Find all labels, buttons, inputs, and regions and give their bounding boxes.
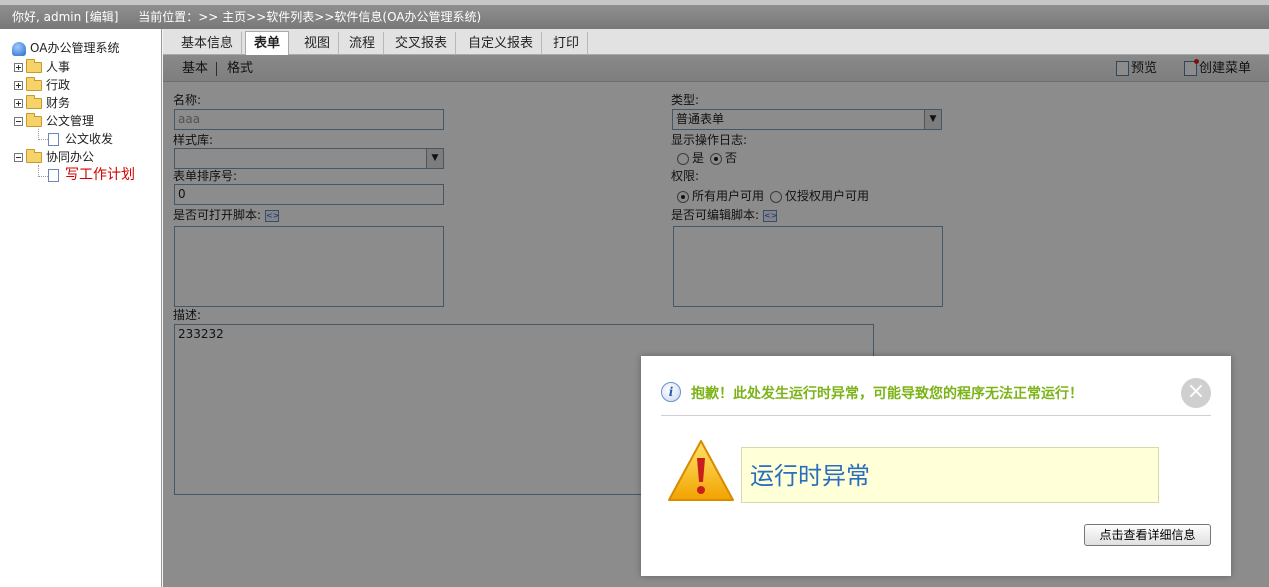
- tree-item-personnel[interactable]: 人事: [14, 58, 70, 76]
- subtab-basic[interactable]: 基本: [182, 55, 208, 82]
- tree-root[interactable]: OA办公管理系统: [12, 39, 119, 57]
- radio-button[interactable]: [770, 190, 783, 203]
- tab-cross-report[interactable]: 交叉报表: [387, 32, 457, 55]
- showlog-no-option[interactable]: 否: [710, 151, 737, 165]
- edit-script-label: 是否可编辑脚本:: [671, 208, 760, 222]
- edit-script-textarea[interactable]: [673, 226, 943, 307]
- preview-button[interactable]: 预览: [1116, 55, 1157, 82]
- expand-plus-icon[interactable]: [14, 63, 23, 72]
- dialog-header: i 抱歉！此处发生运行时异常，可能导致您的程序无法正常运行！ ×: [661, 378, 1211, 416]
- tree-item-label: 公文管理: [46, 114, 95, 128]
- showlog-radio-group: 是否: [677, 150, 743, 166]
- script-edit-icon[interactable]: <>: [763, 209, 777, 222]
- folder-icon: [26, 59, 42, 73]
- dropdown-arrow-icon[interactable]: ▼: [426, 149, 443, 168]
- top-bar: 你好, admin [编辑] 当前位置：>> 主页>>软件列表>>软件信息(OA…: [0, 5, 1269, 29]
- tab-bar: 基本信息 表单 视图 流程 交叉报表 自定义报表 打印: [163, 29, 1269, 56]
- perm-all-users-option[interactable]: 所有用户可用: [677, 189, 764, 203]
- dropdown-arrow-icon[interactable]: ▼: [924, 110, 941, 129]
- script-edit-icon[interactable]: <>: [265, 209, 279, 222]
- tab-view[interactable]: 视图: [296, 32, 340, 55]
- tab-basic-info[interactable]: 基本信息: [173, 32, 243, 55]
- radio-label: 否: [725, 151, 738, 165]
- tab-print[interactable]: 打印: [545, 32, 589, 55]
- tree-item-label: 人事: [46, 60, 71, 74]
- create-menu-icon: [1184, 59, 1199, 76]
- document-icon: [48, 169, 59, 182]
- create-menu-button[interactable]: 创建菜单: [1184, 55, 1251, 82]
- type-select-value: 普通表单: [676, 112, 725, 126]
- expand-plus-icon[interactable]: [14, 99, 23, 108]
- showlog-yes-option[interactable]: 是: [677, 151, 704, 165]
- subtab-divider: [216, 62, 217, 76]
- radio-button-checked[interactable]: [677, 190, 689, 203]
- tree-item-doc-send[interactable]: 公文收发: [48, 130, 113, 148]
- close-button[interactable]: ×: [1181, 378, 1211, 408]
- folder-icon: [26, 95, 42, 109]
- desc-label: 描述:: [173, 308, 202, 322]
- open-script-textarea[interactable]: [174, 226, 444, 307]
- radio-label: 仅授权用户可用: [785, 189, 870, 203]
- folder-open-icon: [26, 113, 42, 127]
- sub-toolbar: 基本 格式 预览 创建菜单: [163, 55, 1269, 82]
- tree-item-label: 公文收发: [65, 132, 114, 146]
- tree-connector: [38, 165, 48, 177]
- folder-icon: [26, 77, 42, 91]
- style-label: 样式库:: [173, 133, 214, 147]
- system-icon: [12, 41, 26, 56]
- tree-item-documents[interactable]: 公文管理: [14, 112, 94, 130]
- order-label: 表单排序号:: [173, 169, 238, 183]
- name-input[interactable]: aaa: [174, 109, 444, 130]
- preview-icon: [1116, 61, 1129, 76]
- tree-connector: [38, 129, 48, 140]
- tree-item-work-plan[interactable]: 写工作计划: [48, 166, 135, 184]
- breadcrumb: 当前位置：>> 主页>>软件列表>>软件信息(OA办公管理系统): [138, 10, 482, 24]
- tree-item-label: 行政: [46, 78, 71, 92]
- showlog-label: 显示操作日志:: [671, 133, 748, 147]
- tab-custom-report[interactable]: 自定义报表: [460, 32, 543, 55]
- tree-item-label: 协同办公: [46, 150, 95, 164]
- tree-item-label-selected: 写工作计划: [65, 167, 135, 183]
- type-label: 类型:: [671, 93, 700, 107]
- order-input[interactable]: 0: [174, 184, 444, 205]
- style-select[interactable]: ▼: [174, 148, 444, 169]
- name-label: 名称:: [173, 93, 202, 107]
- radio-button-checked[interactable]: [710, 152, 723, 165]
- subtab-format[interactable]: 格式: [227, 55, 253, 82]
- view-details-button[interactable]: 点击查看详细信息: [1084, 524, 1211, 546]
- radio-button[interactable]: [677, 152, 689, 165]
- tab-flow[interactable]: 流程: [341, 32, 385, 55]
- preview-label: 预览: [1131, 61, 1158, 76]
- collapse-minus-icon[interactable]: [14, 117, 23, 126]
- radio-label: 是: [692, 151, 705, 165]
- type-select[interactable]: 普通表单 ▼: [672, 109, 942, 130]
- error-dialog: i 抱歉！此处发生运行时异常，可能导致您的程序无法正常运行！ × 运行时异常 点…: [641, 356, 1231, 576]
- info-icon: i: [661, 382, 681, 402]
- expand-plus-icon[interactable]: [14, 81, 23, 90]
- greeting-text[interactable]: 你好, admin [编辑]: [12, 10, 118, 24]
- tab-form[interactable]: 表单: [245, 31, 290, 56]
- collapse-minus-icon[interactable]: [14, 153, 23, 162]
- perm-authorized-option[interactable]: 仅授权用户可用: [770, 189, 869, 203]
- perm-label: 权限:: [671, 169, 700, 183]
- radio-label: 所有用户可用: [692, 189, 765, 203]
- error-message: 运行时异常: [750, 462, 870, 490]
- perm-radio-group: 所有用户可用 仅授权用户可用: [677, 188, 875, 204]
- open-script-label: 是否可打开脚本:: [173, 208, 262, 222]
- create-menu-label: 创建菜单: [1199, 61, 1252, 76]
- edit-script-label-row: 是否可编辑脚本: <>: [671, 208, 777, 222]
- tree-item-finance[interactable]: 财务: [14, 94, 70, 112]
- dialog-title: 抱歉！此处发生运行时异常，可能导致您的程序无法正常运行！: [691, 386, 1083, 402]
- warning-icon: [668, 440, 734, 501]
- document-icon: [48, 133, 59, 146]
- open-script-label-row: 是否可打开脚本: <>: [173, 208, 279, 222]
- tree-item-label: 财务: [46, 96, 71, 110]
- tree-item-collab[interactable]: 协同办公: [14, 148, 94, 166]
- tree-root-label: OA办公管理系统: [30, 41, 120, 55]
- sidebar-tree: OA办公管理系统 人事 行政 财务 公文管理 公文收发 协同办公 写工作计划: [0, 29, 162, 587]
- folder-open-icon: [26, 149, 42, 163]
- error-message-box: 运行时异常: [741, 447, 1159, 503]
- tree-item-admin[interactable]: 行政: [14, 76, 70, 94]
